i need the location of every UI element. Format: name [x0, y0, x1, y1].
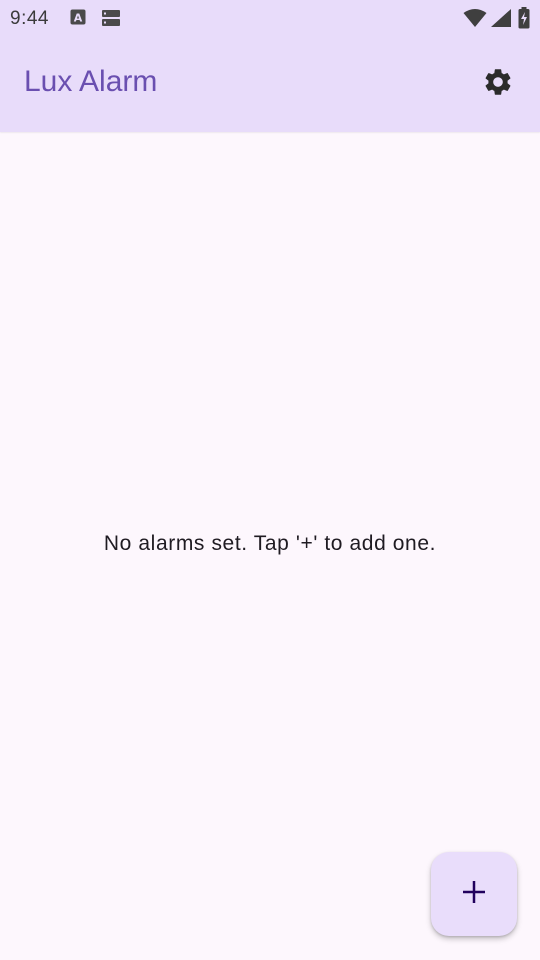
wifi-icon	[463, 8, 487, 33]
app-title: Lux Alarm	[24, 65, 158, 98]
empty-state-message: No alarms set. Tap '+' to add one.	[103, 532, 437, 555]
battery-charging-icon	[518, 7, 530, 34]
plus-icon	[461, 879, 487, 910]
keyboard-a-icon: A	[70, 9, 86, 30]
status-time: 9:44	[10, 8, 49, 29]
gear-icon	[482, 66, 514, 103]
add-alarm-button[interactable]	[431, 852, 517, 936]
top-app-bar: Lux Alarm	[0, 36, 540, 132]
app-screen: 9:44 A Lux Alarm No alarms set. Tap '+' …	[0, 0, 540, 960]
sim-storage-icon	[101, 9, 121, 32]
settings-button[interactable]	[474, 60, 522, 108]
signal-icon	[490, 8, 512, 33]
status-bar: 9:44 A	[0, 0, 540, 36]
svg-text:A: A	[74, 12, 83, 25]
